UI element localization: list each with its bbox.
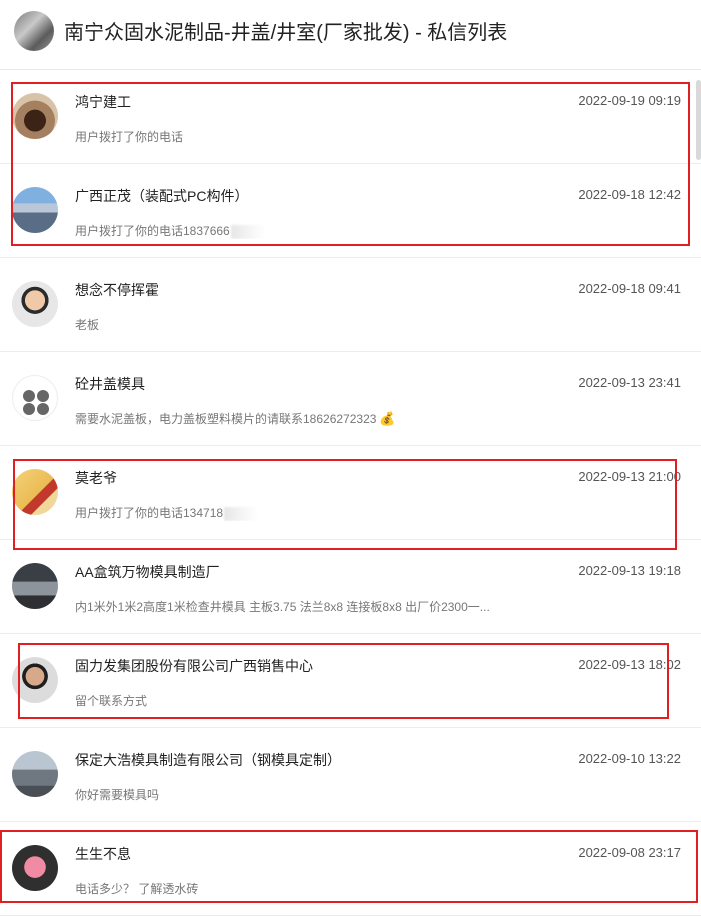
conversation-preview: 用户拨打了你的电话134718	[75, 504, 259, 521]
conversation-name: 广西正茂（装配式PC构件）	[75, 188, 249, 204]
conversation-preview: 需要水泥盖板，电力盖板塑料模片的请联系18626272323 💰	[75, 411, 396, 426]
conversation-time: 2022-09-13 19:18	[578, 563, 681, 578]
page-title: 南宁众固水泥制品-井盖/井室(厂家批发) - 私信列表	[64, 22, 508, 44]
conversation-time: 2022-09-13 18:02	[578, 657, 681, 672]
user-avatar[interactable]	[12, 563, 58, 609]
conversation-name: 莫老爷	[75, 470, 117, 486]
redaction-blur	[230, 224, 265, 239]
user-avatar[interactable]	[12, 281, 58, 327]
user-avatar[interactable]	[12, 751, 58, 797]
conversation-list: 鸿宁建工 2022-09-19 09:19 用户拨打了你的电话 广西正茂（装配式…	[0, 70, 701, 916]
conversation-time: 2022-09-18 12:42	[578, 187, 681, 202]
user-avatar[interactable]	[12, 657, 58, 703]
conversation-time: 2022-09-13 21:00	[578, 469, 681, 484]
conversation-time: 2022-09-18 09:41	[578, 281, 681, 296]
conversation-preview: 电话多少？ 了解透水砖	[75, 882, 199, 896]
page-header: 南宁众固水泥制品-井盖/井室(厂家批发) - 私信列表	[0, 0, 701, 70]
conversation-name: 砼井盖模具	[75, 376, 145, 392]
conversation-name: AA盒筑万物模具制造厂	[75, 564, 220, 580]
conversation-time: 2022-09-08 23:17	[578, 845, 681, 860]
shop-avatar[interactable]	[14, 11, 54, 51]
conversation-preview: 用户拨打了你的电话	[75, 130, 184, 144]
conversation-row[interactable]: 想念不停挥霍 2022-09-18 09:41 老板	[0, 258, 701, 352]
conversation-time: 2022-09-10 13:22	[578, 751, 681, 766]
conversation-name: 生生不息	[75, 846, 131, 862]
user-avatar[interactable]	[12, 469, 58, 515]
user-avatar[interactable]	[12, 375, 58, 421]
user-avatar[interactable]	[12, 93, 58, 139]
conversation-time: 2022-09-13 23:41	[578, 375, 681, 390]
conversation-row[interactable]: 莫老爷 2022-09-13 21:00 用户拨打了你的电话134718	[0, 446, 701, 540]
conversation-preview: 你好需要模具吗	[75, 788, 160, 802]
redaction-blur	[224, 506, 259, 521]
user-avatar[interactable]	[12, 187, 58, 233]
conversation-name: 保定大浩模具制造有限公司（钢模具定制）	[75, 752, 341, 768]
conversation-preview: 老板	[75, 318, 100, 332]
conversation-row[interactable]: 固力发集团股份有限公司广西销售中心 2022-09-13 18:02 留个联系方…	[0, 634, 701, 728]
user-avatar[interactable]	[12, 845, 58, 891]
conversation-row[interactable]: 生生不息 2022-09-08 23:17 电话多少？ 了解透水砖	[0, 822, 701, 916]
conversation-preview: 内1米外1米2高度1米检查井模具 主板3.75 法兰8x8 连接板8x8 出厂价…	[75, 600, 490, 614]
conversation-row[interactable]: 广西正茂（装配式PC构件） 2022-09-18 12:42 用户拨打了你的电话…	[0, 164, 701, 258]
conversation-name: 鸿宁建工	[75, 94, 131, 110]
conversation-preview: 留个联系方式	[75, 694, 148, 708]
money-bag-icon: 💰	[379, 411, 396, 426]
conversation-row[interactable]: AA盒筑万物模具制造厂 2022-09-13 19:18 内1米外1米2高度1米…	[0, 540, 701, 634]
conversation-time: 2022-09-19 09:19	[578, 93, 681, 108]
conversation-preview: 用户拨打了你的电话1837666	[75, 222, 265, 239]
conversation-row[interactable]: 鸿宁建工 2022-09-19 09:19 用户拨打了你的电话	[0, 70, 701, 164]
conversation-row[interactable]: 保定大浩模具制造有限公司（钢模具定制） 2022-09-10 13:22 你好需…	[0, 728, 701, 822]
scrollbar[interactable]	[696, 80, 701, 160]
conversation-row[interactable]: 砼井盖模具 2022-09-13 23:41 需要水泥盖板，电力盖板塑料模片的请…	[0, 352, 701, 446]
conversation-name: 固力发集团股份有限公司广西销售中心	[75, 658, 313, 674]
conversation-name: 想念不停挥霍	[75, 282, 159, 298]
